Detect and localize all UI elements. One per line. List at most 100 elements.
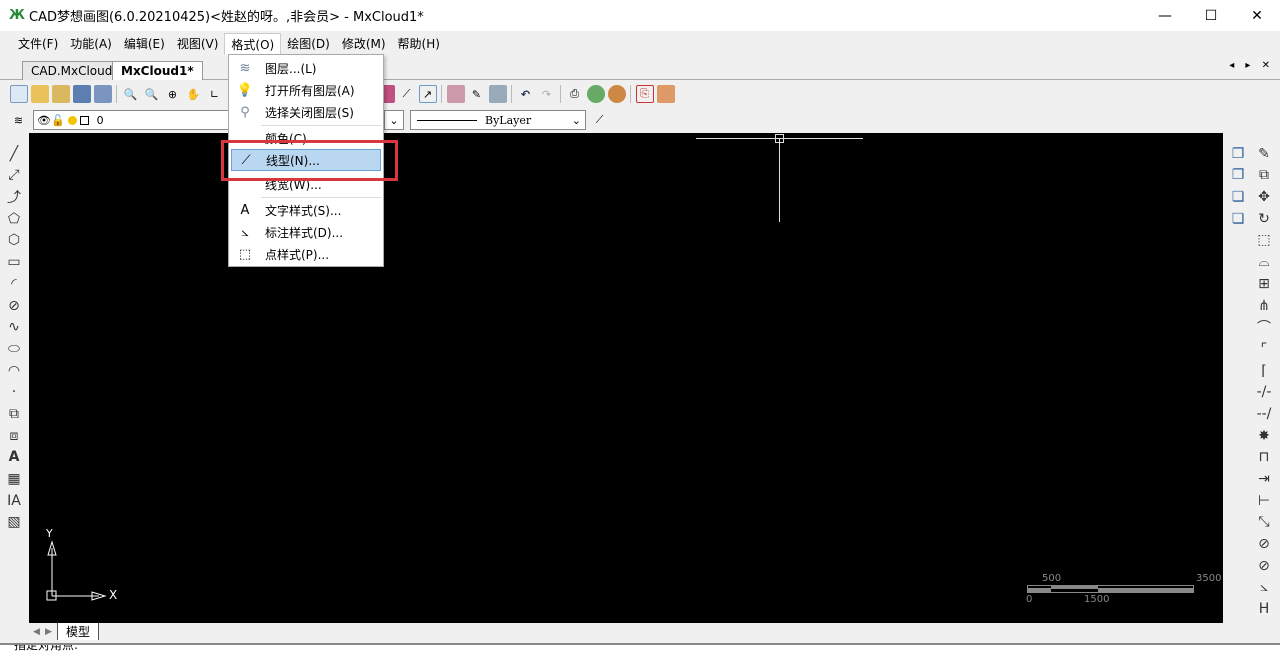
array-icon[interactable]: ⊞ xyxy=(1254,274,1274,294)
trim-icon[interactable]: -/- xyxy=(1254,382,1274,402)
ellipse-icon[interactable]: ⬭ xyxy=(4,339,24,359)
menu-item-text-style[interactable]: A 文字样式(S)... xyxy=(231,199,381,221)
text-style-icon: A xyxy=(240,202,250,218)
mirror-icon[interactable]: ⋔ xyxy=(1254,296,1274,316)
menu-item-label: 打开所有图层(A) xyxy=(265,83,355,98)
open-folder-icon[interactable] xyxy=(51,85,70,103)
zoom-realtime-icon[interactable]: 🔍 xyxy=(122,85,140,103)
spline-icon[interactable]: ∿ xyxy=(4,317,24,337)
hatch-icon[interactable]: ▧ xyxy=(4,512,24,532)
zoom-window-icon[interactable]: 🔍 xyxy=(143,85,161,103)
dim-aligned-icon[interactable]: ⤡ xyxy=(1254,512,1274,532)
save-icon[interactable] xyxy=(72,85,91,103)
menu-item-close-layer[interactable]: ⚲ 选择关闭图层(S) xyxy=(231,101,381,123)
dim-angle-icon[interactable]: ⦣ xyxy=(1254,577,1274,597)
menu-format[interactable]: 格式(O) xyxy=(224,33,282,55)
maximize-button[interactable]: ☐ xyxy=(1188,0,1234,31)
tab-scroll-left-icon[interactable]: ◀ xyxy=(33,627,45,637)
open-file-icon[interactable] xyxy=(30,85,49,103)
chamfer-icon[interactable]: ⌜ xyxy=(1254,339,1274,359)
menu-item-point-style[interactable]: ⬚ 点样式(P)... xyxy=(231,243,381,265)
ucs-icon[interactable]: ∟ xyxy=(206,85,224,103)
line-icon[interactable]: ╱ xyxy=(4,144,24,164)
menu-modify[interactable]: 修改(M) xyxy=(336,33,392,55)
extend-icon[interactable]: --/ xyxy=(1254,404,1274,424)
menu-item-open-all-layers[interactable]: 💡 打开所有图层(A) xyxy=(231,79,381,101)
dim-radius-icon[interactable]: ⊘ xyxy=(1254,556,1274,576)
break-icon[interactable]: ⊓ xyxy=(1254,447,1274,467)
menu-item-layer[interactable]: ≋ 图层...(L) xyxy=(231,57,381,79)
match-linetype-icon[interactable]: ⟋ xyxy=(398,85,416,103)
circle-icon[interactable]: ⊘ xyxy=(4,296,24,316)
text-find-icon[interactable] xyxy=(446,85,465,103)
layer-manager-icon[interactable]: ≋ xyxy=(10,111,28,129)
menu-item-dim-style[interactable]: ⦣ 标注样式(D)... xyxy=(231,221,381,243)
text-icon[interactable]: A xyxy=(4,447,24,467)
make-block-icon[interactable]: ⧈ xyxy=(4,426,24,446)
image-export-icon[interactable] xyxy=(656,85,675,103)
save-as-icon[interactable] xyxy=(93,85,112,103)
block-icon[interactable] xyxy=(488,85,507,103)
menu-file[interactable]: 文件(F) xyxy=(12,33,64,55)
color-combo-arrow[interactable]: ⌄ xyxy=(384,110,404,130)
tab-cad-mxcloud[interactable]: CAD.MxCloud xyxy=(22,61,122,80)
layer-uniso-icon[interactable]: ❏ xyxy=(1228,209,1248,229)
highlight-annotation-box xyxy=(221,140,398,181)
dim-diameter-icon[interactable]: ⊘ xyxy=(1254,534,1274,554)
linetype-settings-icon[interactable]: ⟋ xyxy=(591,111,609,129)
pan-icon[interactable]: ✋ xyxy=(185,85,203,103)
minimize-button[interactable]: — xyxy=(1142,0,1188,31)
export-icon[interactable]: ↗ xyxy=(418,85,437,103)
ellipse-arc-icon[interactable]: ◠ xyxy=(4,361,24,381)
menu-help[interactable]: 帮助(H) xyxy=(392,33,446,55)
redo-icon[interactable]: ↷ xyxy=(538,85,556,103)
dim-continue-icon[interactable]: H xyxy=(1254,599,1274,619)
move-icon[interactable]: ✥ xyxy=(1254,187,1274,207)
table-icon[interactable]: ▦ xyxy=(4,469,24,489)
tab-mxcloud1[interactable]: MxCloud1* xyxy=(112,61,203,80)
xline-icon[interactable]: ⤢ xyxy=(4,165,24,185)
new-file-icon[interactable] xyxy=(9,85,28,103)
command-line[interactable]: 指定对角点: xyxy=(0,643,1280,652)
arc-icon[interactable]: ◜ xyxy=(4,274,24,294)
scale-icon[interactable]: ⬚ xyxy=(1254,230,1274,250)
point-icon[interactable]: · xyxy=(4,382,24,402)
arc-fillet-icon[interactable]: ⌈ xyxy=(1254,361,1274,381)
cloud-icon[interactable] xyxy=(607,85,626,103)
mtext-icon[interactable]: IA xyxy=(4,491,24,511)
layer-iso-icon[interactable]: ❏ xyxy=(1228,187,1248,207)
document-tabs: CAD.MxCloud MxCloud1* ◂ ▸ ✕ xyxy=(0,58,1280,80)
tab-navigation[interactable]: ◂ ▸ ✕ xyxy=(1229,60,1274,71)
explode-icon[interactable]: ✸ xyxy=(1254,426,1274,446)
rectangle-icon[interactable]: ▭ xyxy=(4,252,24,272)
layer-combo[interactable]: 👁 🔓 0 xyxy=(33,110,229,130)
polygon-icon[interactable]: ⬠ xyxy=(4,209,24,229)
render-icon[interactable] xyxy=(586,85,605,103)
dim-linear-icon[interactable]: ⊢ xyxy=(1254,491,1274,511)
polyline-icon[interactable]: ⤴ xyxy=(4,187,24,207)
rotate-icon[interactable]: ↻ xyxy=(1254,209,1274,229)
pdf-export-icon[interactable]: ⎘ xyxy=(635,85,654,103)
erase-icon[interactable]: ✎ xyxy=(1254,144,1274,164)
zoom-extents-icon[interactable]: ⊕ xyxy=(164,85,182,103)
layer-prev-icon[interactable]: ❐ xyxy=(1228,144,1248,164)
layer-next-icon[interactable]: ❐ xyxy=(1228,165,1248,185)
close-button[interactable]: ✕ xyxy=(1234,0,1280,31)
measure-icon[interactable]: ✎ xyxy=(468,85,486,103)
tab-scroll-right-icon[interactable]: ▶ xyxy=(45,627,57,637)
menu-function[interactable]: 功能(A) xyxy=(64,33,118,55)
offset-icon[interactable]: ⌓ xyxy=(1254,252,1274,272)
undo-icon[interactable]: ↶ xyxy=(517,85,535,103)
polygon2-icon[interactable]: ⬡ xyxy=(4,230,24,250)
fillet-icon[interactable]: ⌒ xyxy=(1254,317,1274,337)
menu-edit[interactable]: 编辑(E) xyxy=(118,33,171,55)
join-icon[interactable]: ⇥ xyxy=(1254,469,1274,489)
menu-view[interactable]: 视图(V) xyxy=(171,33,225,55)
print-icon[interactable]: ⎙ xyxy=(566,85,584,103)
insert-block-icon[interactable]: ⧉ xyxy=(4,404,24,424)
linetype-combo[interactable]: ByLayer ⌄ xyxy=(410,110,586,130)
tab-model[interactable]: 模型 xyxy=(57,623,100,640)
drawing-canvas[interactable]: Y X 500 3500 0 1500 xyxy=(29,133,1223,623)
menu-draw[interactable]: 绘图(D) xyxy=(281,33,336,55)
copy-icon[interactable]: ⧉ xyxy=(1254,165,1274,185)
